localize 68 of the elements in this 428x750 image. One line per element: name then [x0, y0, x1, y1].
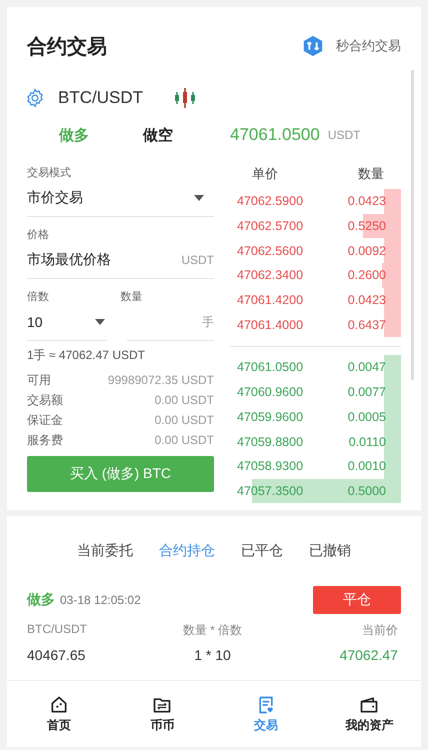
bid-price: 47059.9600 [237, 410, 304, 424]
wallet-icon [359, 694, 380, 714]
summary-label: 交易额 [27, 392, 63, 408]
ask-amount: 0.0092 [348, 244, 386, 258]
ask-price: 47061.4200 [237, 293, 304, 308]
caret-icon [194, 195, 204, 201]
ask-amount: 0.5250 [348, 219, 386, 234]
bid-amount: 0.5000 [348, 484, 386, 498]
bid-price: 47057.3500 [237, 484, 304, 498]
leverage-select[interactable]: 10 [27, 304, 107, 341]
ask-price: 47062.5600 [237, 244, 304, 258]
column-header: 数量 [358, 165, 384, 183]
close-position-button[interactable]: 平仓 [313, 586, 401, 614]
ask-price: 47061.4000 [237, 318, 304, 332]
unit-label: USDT [328, 128, 360, 142]
scrollbar[interactable] [411, 70, 414, 380]
field-label: 数量 [120, 290, 144, 304]
lot-note: 1手 ≈ 47062.47 USDT [27, 347, 146, 364]
summary-value: 0.00 USDT [154, 393, 214, 407]
position-side: 做多 [27, 591, 55, 609]
trading-pair[interactable]: BTC/USDT [58, 88, 143, 108]
position-column-label: 数量 * 倍数 [182, 622, 244, 639]
ask-amount: 0.0423 [348, 194, 386, 208]
ask-price: 47062.3400 [237, 268, 304, 282]
home-icon [48, 694, 69, 714]
bid-price: 47059.8800 [237, 434, 304, 449]
depth-bar [384, 312, 401, 338]
second-contract-link[interactable]: 秒合约交易 [302, 35, 401, 57]
swap-icon [302, 35, 324, 57]
field-label: 交易模式 [27, 166, 72, 180]
candlestick-icon[interactable] [173, 86, 197, 110]
bid-amount: 0.0010 [348, 459, 386, 474]
position-value: 47062.47 [338, 647, 398, 663]
position-value: 1 * 10 [193, 647, 232, 663]
summary-value: 99989072.35 USDT [108, 373, 214, 387]
ask-price: 47062.5700 [237, 219, 304, 234]
ask-price: 47062.5900 [237, 194, 304, 208]
caret-icon [95, 319, 105, 325]
bid-amount: 0.0110 [348, 434, 386, 449]
page-title: 合约交易 [27, 34, 107, 60]
price-field[interactable]: 市场最优价格 USDT [27, 242, 214, 279]
bid-amount: 0.0047 [348, 360, 386, 374]
column-header: 单价 [252, 165, 278, 183]
field-label: 价格 [27, 228, 50, 242]
position-column-label: BTC/USDT [27, 622, 88, 638]
bid-price: 47058.9300 [237, 459, 304, 474]
depth-bar [384, 355, 401, 380]
settings-icon[interactable] [25, 88, 45, 108]
unit-label: USDT [181, 253, 214, 267]
unit-label: 手 [202, 314, 214, 330]
field-label: 倍数 [27, 290, 50, 304]
position-time: 03-18 12:05:02 [60, 593, 142, 607]
bid-price: 47061.0500 [237, 360, 304, 374]
ask-amount: 0.2600 [348, 268, 386, 282]
bid-amount: 0.0077 [348, 385, 386, 400]
position-column-label: 当前价 [360, 622, 398, 639]
summary-label: 服务费 [27, 432, 63, 448]
trade-mode-select[interactable]: 市价交易 [27, 180, 214, 217]
summary-label: 保证金 [27, 412, 63, 428]
summary-label: 可用 [27, 372, 51, 388]
bid-amount: 0.0005 [348, 410, 386, 424]
summary-value: 0.00 USDT [154, 433, 214, 447]
last-price: 47061.0500 [230, 125, 320, 145]
bid-price: 47060.9600 [237, 385, 304, 400]
ask-amount: 0.6437 [348, 318, 386, 332]
ask-amount: 0.0423 [348, 293, 386, 308]
position-value: 40467.65 [27, 647, 86, 663]
summary-value: 0.00 USDT [154, 413, 214, 427]
